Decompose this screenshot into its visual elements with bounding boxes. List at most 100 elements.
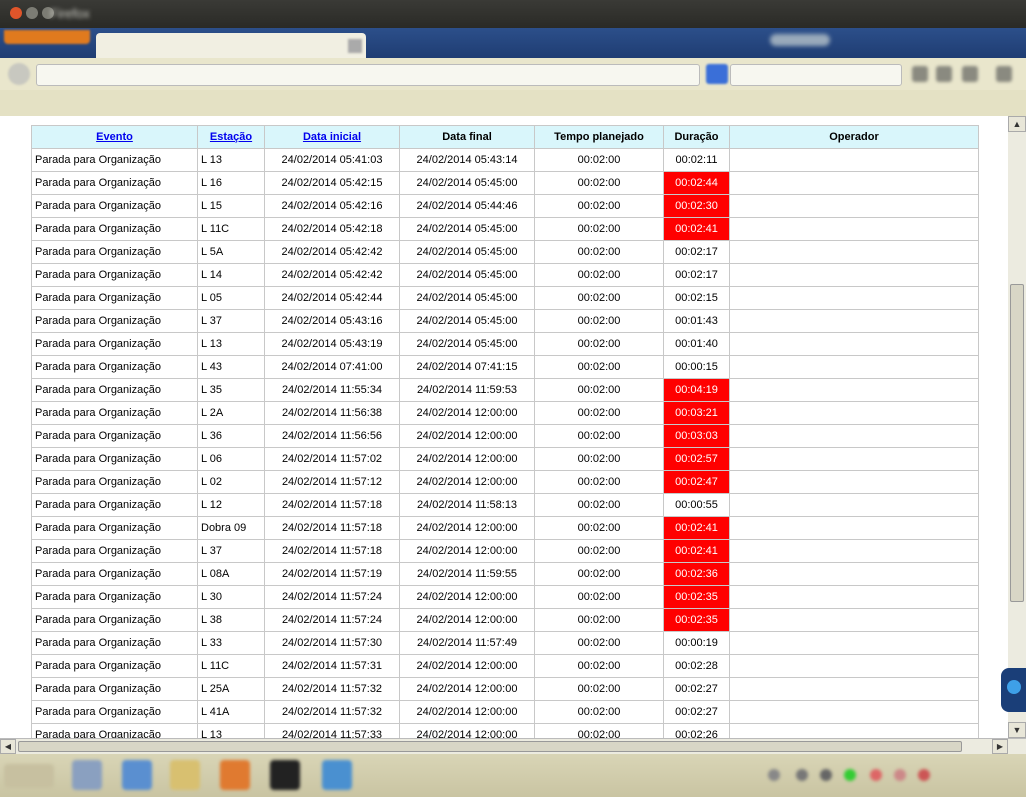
cell-data-final: 24/02/2014 12:00:00 xyxy=(399,539,535,563)
scroll-left-icon[interactable]: ◀ xyxy=(0,739,16,754)
table-row: Parada para Organização Dobra 09 24/02/201… xyxy=(31,516,979,540)
cell-operador xyxy=(729,171,979,195)
cell-estacao: L 35 xyxy=(197,378,265,402)
cell-tempo-planejado: 00:02:00 xyxy=(534,700,664,724)
cell-evento: Parada para Organização xyxy=(31,585,198,609)
tab-active[interactable] xyxy=(96,33,366,58)
scroll-right-icon[interactable]: ▶ xyxy=(992,739,1008,754)
cell-estacao: L 11C xyxy=(197,217,265,241)
home-icon[interactable] xyxy=(962,66,978,82)
search-engine-icon[interactable] xyxy=(706,64,728,84)
taskbar-app-icon[interactable] xyxy=(270,760,300,790)
cell-evento: Parada para Organização xyxy=(31,677,198,701)
url-bar[interactable] xyxy=(36,64,700,86)
cell-tempo-planejado: 00:02:00 xyxy=(534,654,664,678)
taskbar-app-icon[interactable] xyxy=(322,760,352,790)
cell-data-final: 24/02/2014 12:00:00 xyxy=(399,401,535,425)
start-button[interactable] xyxy=(4,764,54,788)
tray-icon[interactable] xyxy=(894,769,906,781)
cell-tempo-planejado: 00:02:00 xyxy=(534,401,664,425)
cell-estacao: L 33 xyxy=(197,631,265,655)
cell-evento: Parada para Organização xyxy=(31,608,198,632)
vertical-scrollbar[interactable]: ▲ ▼ xyxy=(1008,116,1026,738)
cell-data-inicial: 24/02/2014 11:57:18 xyxy=(264,516,400,540)
cell-data-final: 24/02/2014 12:00:00 xyxy=(399,470,535,494)
table-row: Parada para Organização L 13 24/02/2014 05… xyxy=(31,148,979,172)
cell-operador xyxy=(729,424,979,448)
cell-operador xyxy=(729,516,979,540)
cell-evento: Parada para Organização xyxy=(31,378,198,402)
tray-icon[interactable] xyxy=(796,769,808,781)
cell-evento: Parada para Organização xyxy=(31,263,198,287)
table-row: Parada para Organização L 5A 24/02/2014 05… xyxy=(31,240,979,264)
cell-estacao: L 02 xyxy=(197,470,265,494)
cell-estacao: L 25A xyxy=(197,677,265,701)
cell-evento: Parada para Organização xyxy=(31,654,198,678)
taskbar-app-icon[interactable] xyxy=(122,760,152,790)
cell-estacao: L 16 xyxy=(197,171,265,195)
table-row: Parada para Organização L 06 24/02/2014 11… xyxy=(31,447,979,471)
table-row: Parada para Organização L 35 24/02/2014 11… xyxy=(31,378,979,402)
column-header-evento[interactable]: Evento xyxy=(31,125,198,149)
cell-data-final: 24/02/2014 07:41:15 xyxy=(399,355,535,379)
column-header-data-inicial[interactable]: Data inicial xyxy=(264,125,400,149)
cell-duracao: 00:02:27 xyxy=(663,700,730,724)
cell-operador xyxy=(729,608,979,632)
scroll-up-icon[interactable]: ▲ xyxy=(1008,116,1026,132)
cell-operador xyxy=(729,378,979,402)
scroll-down-icon[interactable]: ▼ xyxy=(1008,722,1026,738)
horizontal-scroll-thumb[interactable] xyxy=(18,741,962,752)
cell-estacao: L 2A xyxy=(197,401,265,425)
taskbar-clock xyxy=(952,764,955,775)
cell-estacao: L 38 xyxy=(197,608,265,632)
taskbar-app-icon[interactable] xyxy=(72,760,102,790)
cell-data-inicial: 24/02/2014 11:57:18 xyxy=(264,493,400,517)
table-row: Parada para Organização L 38 24/02/2014 11… xyxy=(31,608,979,632)
column-header-estacao[interactable]: Estação xyxy=(197,125,265,149)
teamviewer-icon[interactable] xyxy=(1001,668,1026,712)
cell-evento: Parada para Organização xyxy=(31,539,198,563)
firefox-menu-button[interactable] xyxy=(4,30,90,44)
cell-tempo-planejado: 00:02:00 xyxy=(534,332,664,356)
cell-estacao: L 15 xyxy=(197,194,265,218)
taskbar xyxy=(0,754,1026,797)
horizontal-scrollbar[interactable]: ◀ ▶ xyxy=(0,738,1026,754)
cell-tempo-planejado: 00:02:00 xyxy=(534,378,664,402)
cell-operador xyxy=(729,585,979,609)
cell-data-final: 24/02/2014 12:00:00 xyxy=(399,447,535,471)
tab-close-icon[interactable] xyxy=(348,39,362,53)
cell-data-final: 24/02/2014 12:00:00 xyxy=(399,516,535,540)
cell-data-final: 24/02/2014 12:00:00 xyxy=(399,677,535,701)
tray-icon[interactable] xyxy=(918,769,930,781)
cell-evento: Parada para Organização xyxy=(31,309,198,333)
minimize-icon[interactable] xyxy=(26,7,38,19)
cell-data-final: 24/02/2014 05:45:00 xyxy=(399,332,535,356)
search-input[interactable] xyxy=(730,64,902,86)
taskbar-firefox-icon[interactable] xyxy=(220,760,250,790)
tray-icon[interactable] xyxy=(844,769,856,781)
cell-duracao: 00:00:19 xyxy=(663,631,730,655)
vertical-scroll-thumb[interactable] xyxy=(1010,284,1024,602)
cell-data-inicial: 24/02/2014 07:41:00 xyxy=(264,355,400,379)
bookmarks-icon[interactable] xyxy=(912,66,928,82)
addon-icon[interactable] xyxy=(936,66,952,82)
tray-icon[interactable] xyxy=(820,769,832,781)
cell-operador xyxy=(729,677,979,701)
tab-strip xyxy=(0,28,1026,58)
close-icon[interactable] xyxy=(10,7,22,19)
cell-data-final: 24/02/2014 11:59:53 xyxy=(399,378,535,402)
back-icon[interactable] xyxy=(8,63,30,85)
tray-icon[interactable] xyxy=(768,769,780,781)
cell-data-inicial: 24/02/2014 05:41:03 xyxy=(264,148,400,172)
cell-operador xyxy=(729,355,979,379)
menu-icon[interactable] xyxy=(996,66,1012,82)
taskbar-app-icon[interactable] xyxy=(170,760,200,790)
cell-estacao: L 05 xyxy=(197,286,265,310)
table-row: Parada para Organização L 37 24/02/2014 05… xyxy=(31,309,979,333)
cell-duracao: 00:02:27 xyxy=(663,677,730,701)
cell-operador xyxy=(729,194,979,218)
cell-tempo-planejado: 00:02:00 xyxy=(534,240,664,264)
tray-icon[interactable] xyxy=(870,769,882,781)
cell-operador xyxy=(729,286,979,310)
cell-data-final: 24/02/2014 05:45:00 xyxy=(399,286,535,310)
